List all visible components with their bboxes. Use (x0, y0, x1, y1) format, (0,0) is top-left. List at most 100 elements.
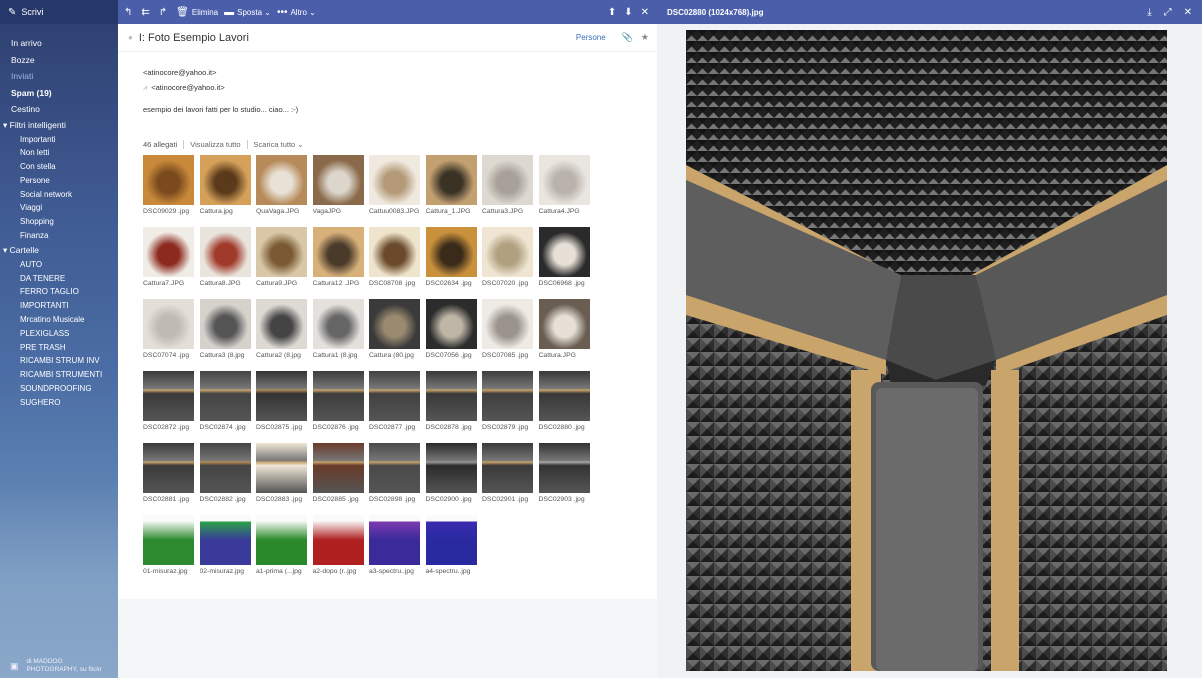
attachment-item[interactable]: DSC07074 .jpg (143, 299, 194, 359)
attachment-item[interactable]: Cattura (80.jpg (369, 299, 420, 359)
attachment-item[interactable]: VagaJPG (312, 155, 364, 215)
attachment-item[interactable]: 02-misuraz.jpg (199, 515, 251, 575)
sidebar-item-folder[interactable]: AUTO (0, 258, 118, 272)
attachment-thumbnail[interactable] (538, 227, 590, 277)
attachment-thumbnail[interactable] (143, 515, 194, 565)
attachment-thumbnail[interactable] (482, 299, 533, 349)
attachment-item[interactable]: a1-prima (...jpg (256, 515, 307, 575)
attachment-thumbnail[interactable] (369, 515, 420, 565)
attachment-item[interactable]: Cattura_1.JPG (425, 155, 477, 215)
sidebar-item-folder[interactable]: PRE TRASH (0, 341, 118, 355)
compose-button[interactable]: ✎ Scrivi (0, 0, 118, 24)
attachment-item[interactable]: DSC02872 .jpg (143, 371, 194, 431)
attachment-thumbnail[interactable] (312, 299, 364, 349)
attachment-item[interactable]: DSC07056 .jpg (425, 299, 477, 359)
attachment-thumbnail[interactable] (256, 299, 307, 349)
attachment-item[interactable]: Cattura9.JPG (256, 227, 307, 287)
attachment-item[interactable]: a3-spectru..jpg (369, 515, 420, 575)
sidebar-item-folder[interactable]: SUGHERO (0, 396, 118, 410)
attachment-item[interactable]: Cattura.JPG (538, 299, 590, 359)
expand-icon[interactable]: ⤢ (1164, 7, 1172, 18)
attachment-item[interactable]: Cattuu0083.JPG (369, 155, 420, 215)
sidebar-item-people[interactable]: Persone (0, 174, 118, 188)
attachment-thumbnail[interactable] (482, 155, 533, 205)
sidebar-item-folder[interactable]: IMPORTANTI (0, 299, 118, 313)
more-button[interactable]: ••• Altro ⌄ (277, 7, 316, 18)
attachment-thumbnail[interactable] (425, 299, 477, 349)
attachment-thumbnail[interactable] (425, 371, 477, 421)
attachment-item[interactable]: Cattura3.JPG (482, 155, 533, 215)
sidebar-item-sent[interactable]: Inviati (0, 68, 118, 85)
attachment-thumbnail[interactable] (482, 443, 533, 493)
attachment-item[interactable]: DSC02875 .jpg (256, 371, 307, 431)
read-status-icon[interactable]: ● (128, 33, 133, 42)
attachment-item[interactable]: DSC02898 .jpg (369, 443, 420, 503)
sidebar-item-important[interactable]: Importanti (0, 133, 118, 147)
attachment-thumbnail[interactable] (312, 371, 364, 421)
attachment-item[interactable]: DSC02882 .jpg (199, 443, 251, 503)
attachment-thumbnail[interactable] (256, 515, 307, 565)
attachment-item[interactable]: DSC02885 .jpg (312, 443, 364, 503)
attachment-thumbnail[interactable] (369, 227, 420, 277)
star-icon[interactable]: ★ (641, 32, 649, 43)
sidebar-item-folder[interactable]: SOUNDPROOFING (0, 382, 118, 396)
attachment-thumbnail[interactable] (199, 155, 251, 205)
attachment-item[interactable]: DSC08708 .jpg (369, 227, 420, 287)
attachment-thumbnail[interactable] (482, 371, 533, 421)
sidebar-item-starred[interactable]: Con stella (0, 160, 118, 174)
down-arrow-icon[interactable]: ⬇ (624, 7, 632, 18)
attachment-item[interactable]: DSC02881 .jpg (143, 443, 194, 503)
people-link[interactable]: Persone (576, 33, 606, 42)
attachment-thumbnail[interactable] (256, 155, 307, 205)
attachment-thumbnail[interactable] (199, 227, 251, 277)
attachment-item[interactable]: DSC06968 .jpg (538, 227, 590, 287)
attachment-thumbnail[interactable] (199, 371, 251, 421)
recipient[interactable]: <atinocore@yahoo.it> (151, 83, 225, 92)
attachment-thumbnail[interactable] (199, 515, 251, 565)
attachment-item[interactable]: DSC02903 .jpg (538, 443, 590, 503)
sidebar-item-unread[interactable]: Non letti (0, 146, 118, 160)
close-icon[interactable]: ✕ (641, 7, 649, 18)
sidebar-item-finance[interactable]: Finanza (0, 229, 118, 243)
sidebar-item-drafts[interactable]: Bozze (0, 52, 118, 69)
attachment-item[interactable]: QuaVaga.JPG (256, 155, 307, 215)
attachment-thumbnail[interactable] (143, 371, 194, 421)
attachment-thumbnail[interactable] (199, 443, 251, 493)
forward-button[interactable]: ↱ (159, 7, 170, 18)
attachment-item[interactable]: Cattura7.JPG (143, 227, 194, 287)
attachment-thumbnail[interactable] (538, 299, 590, 349)
attachment-thumbnail[interactable] (538, 155, 590, 205)
attachment-item[interactable]: DSC02901 .jpg (482, 443, 533, 503)
attachment-thumbnail[interactable] (369, 371, 420, 421)
attachment-thumbnail[interactable] (256, 443, 307, 493)
sidebar-item-spam[interactable]: Spam (19) (0, 85, 118, 102)
reply-button[interactable]: ↰ (124, 7, 135, 18)
sidebar-item-folder[interactable]: FERRO TAGLIO (0, 285, 118, 299)
attachment-item[interactable]: DSC07085 .jpg (482, 299, 533, 359)
attachment-item[interactable]: DSC02634 .jpg (425, 227, 477, 287)
attachment-thumbnail[interactable] (312, 443, 364, 493)
sidebar-item-folder[interactable]: Mrcatino Musicale (0, 313, 118, 327)
attachment-item[interactable]: 01-misuraz.jpg (143, 515, 194, 575)
attachment-item[interactable]: DSC02880 .jpg (538, 371, 590, 431)
sidebar-item-folder[interactable]: PLEXIGLASS (0, 327, 118, 341)
attachment-thumbnail[interactable] (312, 155, 364, 205)
attachment-item[interactable]: DSC02879 .jpg (482, 371, 533, 431)
attachment-item[interactable]: DSC02874 .jpg (199, 371, 251, 431)
smart-filters-toggle[interactable]: ▾ Filtri intelligenti (0, 118, 118, 133)
sidebar-item-travel[interactable]: Viaggi (0, 201, 118, 215)
delete-button[interactable]: 🗑 Elimina (176, 7, 218, 18)
attachment-thumbnail[interactable] (482, 227, 533, 277)
download-icon[interactable]: ⤓ (1147, 7, 1151, 18)
sender[interactable]: <atinocore@yahoo.it> (143, 68, 217, 77)
attachment-item[interactable]: a2-dopo (r..jpg (312, 515, 364, 575)
attachment-thumbnail[interactable] (199, 299, 251, 349)
attachment-item[interactable]: Cattura12 .JPG (312, 227, 364, 287)
attachment-thumbnail[interactable] (369, 299, 420, 349)
attachment-thumbnail[interactable] (143, 155, 194, 205)
attachment-item[interactable]: a4-spectru..jpg (425, 515, 477, 575)
sidebar-item-folder[interactable]: RICAMBI STRUMENTI (0, 368, 118, 382)
attachment-item[interactable]: Cattura3 (8.jpg (199, 299, 251, 359)
attachment-thumbnail[interactable] (312, 515, 364, 565)
attachment-item[interactable]: Cattura2 (8.jpg (256, 299, 307, 359)
